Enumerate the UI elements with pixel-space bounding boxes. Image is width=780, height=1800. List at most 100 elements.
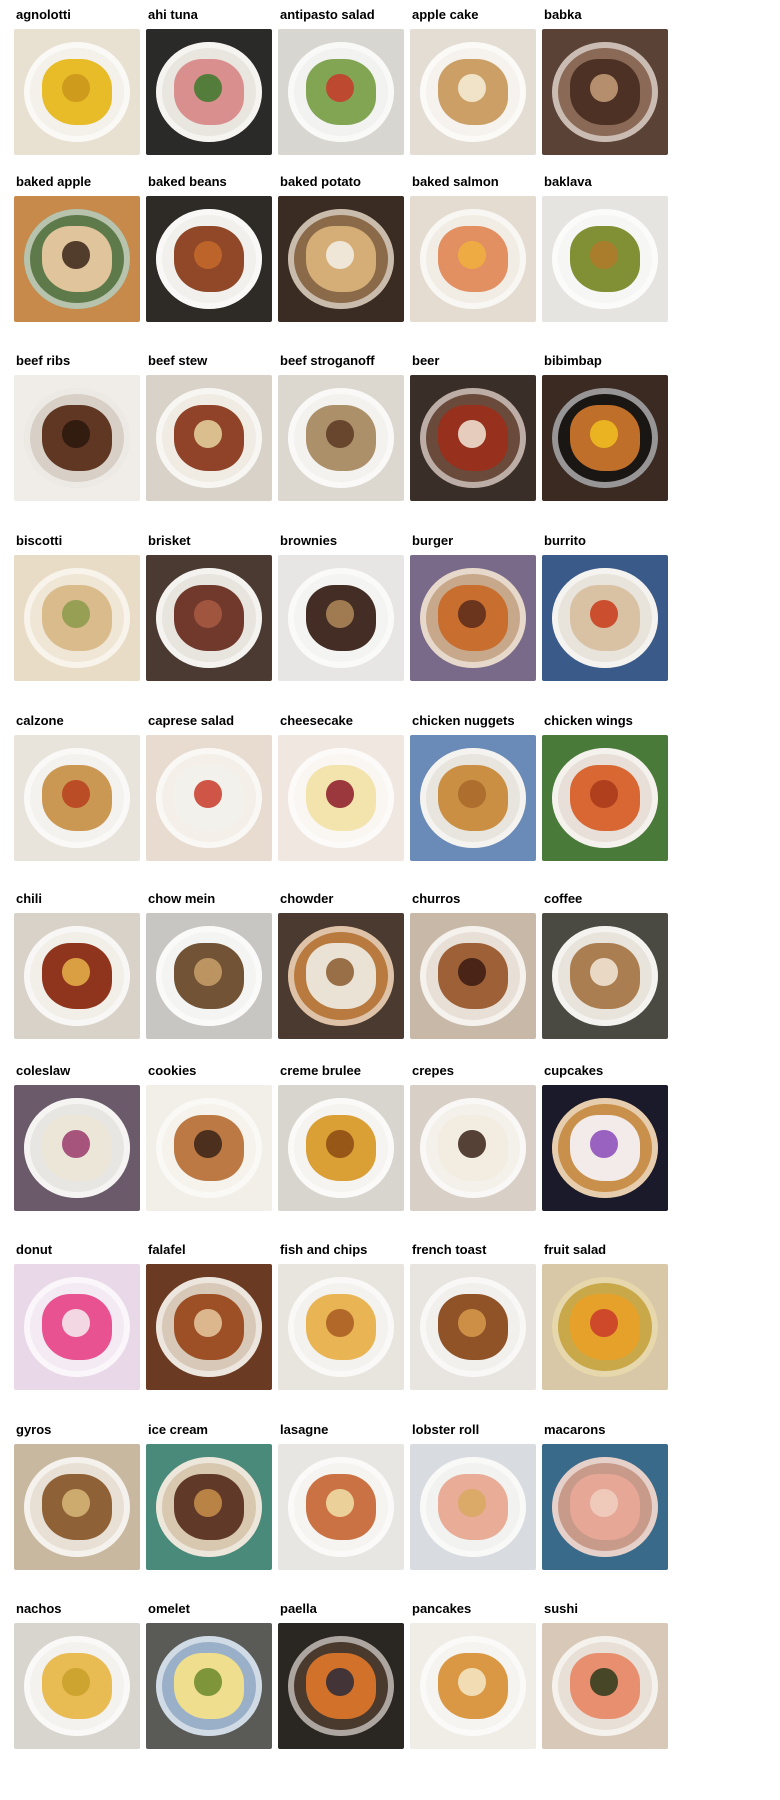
food-photo-beef-ribs: [14, 375, 140, 501]
food-photo-baked-apple: [14, 196, 140, 322]
garnish-shape: [457, 420, 486, 449]
garnish-shape: [61, 1130, 90, 1159]
food-photo-sushi: [542, 1623, 668, 1749]
food-photo-cupcakes: [542, 1085, 668, 1211]
food-label: lobster roll: [412, 1422, 480, 1437]
garnish-shape: [193, 780, 222, 809]
garnish-shape: [325, 1489, 354, 1518]
food-label: pancakes: [412, 1601, 472, 1616]
food-photo-babka: [542, 29, 668, 155]
food-photo-beer: [410, 375, 536, 501]
food-label: baklava: [544, 174, 592, 189]
food-photo-bibimbap: [542, 375, 668, 501]
food-label: gyros: [16, 1422, 52, 1437]
garnish-shape: [457, 780, 486, 809]
food-label: bibimbap: [544, 353, 602, 368]
garnish-shape: [193, 74, 222, 103]
grid-row: gyros ice cream lasagne lobster roll macaron…: [14, 1422, 694, 1570]
food-label: caprese salad: [148, 713, 235, 728]
garnish-shape: [193, 420, 222, 449]
food-photo-donut: [14, 1264, 140, 1390]
food-label: lasagne: [280, 1422, 329, 1437]
food-photo-chili: [14, 913, 140, 1039]
garnish-shape: [61, 241, 90, 270]
food-photo-cookies: [146, 1085, 272, 1211]
garnish-shape: [589, 1130, 618, 1159]
food-label: cookies: [148, 1063, 197, 1078]
food-photo-gyros: [14, 1444, 140, 1570]
food-photo-ahi-tuna: [146, 29, 272, 155]
garnish-shape: [589, 1489, 618, 1518]
grid-row: chili chow mein chowder churros coffee: [14, 891, 694, 1039]
food-photo-coleslaw: [14, 1085, 140, 1211]
food-photo-chow-mein: [146, 913, 272, 1039]
food-photo-antipasto-salad: [278, 29, 404, 155]
food-photo-coffee: [542, 913, 668, 1039]
grid-row: agnolotti ahi tuna antipasto salad apple ca…: [14, 7, 694, 155]
grid-row: nachos omelet paella pancakes sushi: [14, 1601, 694, 1749]
food-label: beer: [412, 353, 440, 368]
food-photo-creme-brulee: [278, 1085, 404, 1211]
food-label: nachos: [16, 1601, 62, 1616]
food-label: chow mein: [148, 891, 216, 906]
garnish-shape: [61, 1309, 90, 1338]
garnish-shape: [325, 1309, 354, 1338]
food-label: baked beans: [148, 174, 227, 189]
food-photo-ice-cream: [146, 1444, 272, 1570]
food-photo-biscotti: [14, 555, 140, 681]
food-label: chicken nuggets: [412, 713, 515, 728]
food-photo-burger: [410, 555, 536, 681]
food-photo-agnolotti: [14, 29, 140, 155]
food-label: coleslaw: [16, 1063, 71, 1078]
garnish-shape: [457, 1489, 486, 1518]
food-label: baked potato: [280, 174, 361, 189]
garnish-shape: [61, 780, 90, 809]
food-photo-chicken-wings: [542, 735, 668, 861]
garnish-shape: [61, 74, 90, 103]
garnish-shape: [61, 1489, 90, 1518]
food-photo-beef-stroganoff: [278, 375, 404, 501]
food-label: fish and chips: [280, 1242, 368, 1257]
food-photo-baked-salmon: [410, 196, 536, 322]
food-photo-paella: [278, 1623, 404, 1749]
food-label: baked apple: [16, 174, 92, 189]
food-label: beef stew: [148, 353, 208, 368]
food-label: antipasto salad: [280, 7, 375, 22]
garnish-shape: [457, 1309, 486, 1338]
garnish-shape: [325, 241, 354, 270]
food-label: sushi: [544, 1601, 578, 1616]
garnish-shape: [61, 420, 90, 449]
garnish-shape: [325, 780, 354, 809]
food-label: paella: [280, 1601, 317, 1616]
food-photo-omelet: [146, 1623, 272, 1749]
food-label: french toast: [412, 1242, 487, 1257]
food-label: beef stroganoff: [280, 353, 375, 368]
garnish-shape: [61, 1668, 90, 1697]
food-photo-baked-beans: [146, 196, 272, 322]
garnish-shape: [457, 241, 486, 270]
food-label: coffee: [544, 891, 583, 906]
garnish-shape: [589, 420, 618, 449]
garnish-shape: [457, 1668, 486, 1697]
food-photo-lasagne: [278, 1444, 404, 1570]
food-photo-brisket: [146, 555, 272, 681]
food-label: babka: [544, 7, 582, 22]
food-photo-fish-and-chips: [278, 1264, 404, 1390]
garnish-shape: [193, 1130, 222, 1159]
food-photo-french-toast: [410, 1264, 536, 1390]
garnish-shape: [457, 600, 486, 629]
food-label: burger: [412, 533, 454, 548]
food-label: chicken wings: [544, 713, 633, 728]
garnish-shape: [457, 1130, 486, 1159]
food-label: beef ribs: [16, 353, 71, 368]
food-label: apple cake: [412, 7, 479, 22]
food-label: brownies: [280, 533, 338, 548]
garnish-shape: [589, 958, 618, 987]
food-photo-baked-potato: [278, 196, 404, 322]
garnish-shape: [193, 600, 222, 629]
garnish-shape: [61, 600, 90, 629]
food-photo-brownies: [278, 555, 404, 681]
food-photo-calzone: [14, 735, 140, 861]
grid-row: baked apple baked beans baked potato baked …: [14, 174, 694, 322]
food-label: chowder: [280, 891, 334, 906]
